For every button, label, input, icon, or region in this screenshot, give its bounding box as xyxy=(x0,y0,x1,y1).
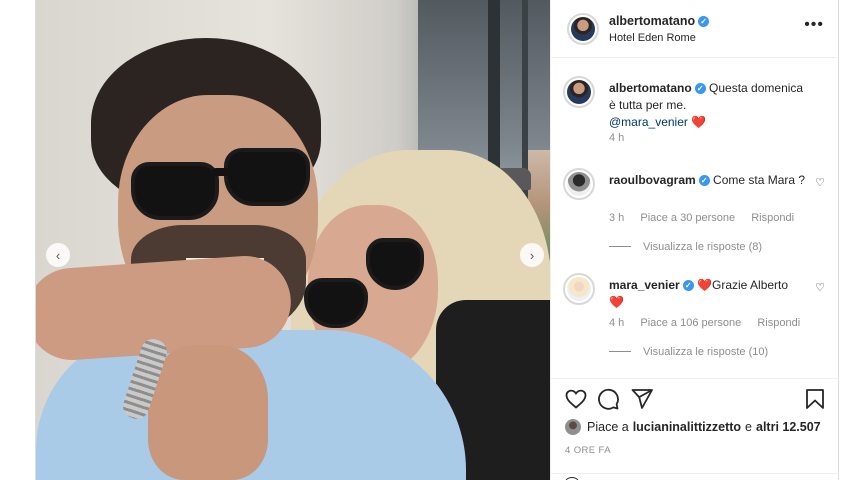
heart-icon[interactable] xyxy=(564,387,588,411)
view-replies-button[interactable]: Visualizza le risposte (10) xyxy=(609,346,768,358)
view-replies-button[interactable]: Visualizza le risposte (8) xyxy=(609,241,762,253)
more-options-button[interactable]: ••• xyxy=(804,16,824,34)
like-comment-heart-icon[interactable]: ♡ xyxy=(815,176,825,189)
previous-photo-button[interactable]: ‹ xyxy=(46,243,70,267)
verified-badge-icon: ✓ xyxy=(698,175,710,186)
liker-avatar[interactable] xyxy=(565,419,581,435)
likes-middle: e xyxy=(745,420,752,434)
like-comment-heart-icon[interactable]: ♡ xyxy=(815,281,825,294)
man-sunglasses-left xyxy=(131,162,219,220)
chevron-right-icon: › xyxy=(529,247,535,263)
next-photo-button[interactable]: › xyxy=(520,243,544,267)
comments-list: albertomatano ✓ Questa domenica è tutta p… xyxy=(551,58,839,378)
post-timestamp[interactable]: 4 ORE FA xyxy=(565,445,611,456)
add-comment-bar[interactable] xyxy=(551,473,839,480)
avatar[interactable] xyxy=(563,168,595,200)
author-avatar[interactable] xyxy=(567,13,599,45)
comment-icon[interactable] xyxy=(596,387,620,411)
comment-username[interactable]: mara_venier xyxy=(609,278,680,292)
post-photo[interactable]: ‹ › xyxy=(36,0,550,480)
verified-badge-icon: ✓ xyxy=(694,83,706,94)
divider xyxy=(609,246,631,247)
comment-time: 4 h xyxy=(609,317,625,329)
avatar[interactable] xyxy=(563,76,595,108)
heart-emoji: ❤️ xyxy=(609,295,624,309)
bookmark-icon[interactable] xyxy=(803,387,827,411)
verified-badge-icon: ✓ xyxy=(698,16,710,27)
divider xyxy=(609,351,631,352)
man-sunglasses-bridge xyxy=(212,168,230,176)
liker-username[interactable]: lucianinalittizzetto xyxy=(633,420,741,434)
comment-likes[interactable]: Piace a 30 persone xyxy=(640,212,735,224)
woman-hand xyxy=(148,345,268,480)
comment-username[interactable]: raoulbovagram xyxy=(609,173,696,187)
comment-likes[interactable]: Piace a 106 persone xyxy=(640,317,741,329)
comment-text: Come sta Mara ? xyxy=(713,173,806,187)
view-replies-label: Visualizza le risposte (10) xyxy=(643,346,769,358)
reply-button[interactable]: Rispondi xyxy=(757,317,800,329)
likes-summary: Piace a lucianinalittizzetto e altri 12.… xyxy=(565,419,825,435)
post-header: albertomatano ✓ Hotel Eden Rome ••• xyxy=(551,0,838,58)
comment-time: 4 h xyxy=(609,132,625,144)
post-sidebar: albertomatano ✓ Hotel Eden Rome ••• alber… xyxy=(550,0,839,480)
post-location[interactable]: Hotel Eden Rome xyxy=(609,32,696,44)
share-icon[interactable] xyxy=(630,387,654,411)
man-sunglasses-right xyxy=(224,148,310,206)
reply-button[interactable]: Rispondi xyxy=(751,212,794,224)
view-replies-label: Visualizza le risposte (8) xyxy=(643,241,763,253)
chevron-left-icon: ‹ xyxy=(55,247,61,263)
post-actions: Piace a lucianinalittizzetto e altri 12.… xyxy=(551,378,839,480)
likes-others[interactable]: altri 12.507 xyxy=(756,420,821,434)
comment-time: 3 h xyxy=(609,212,625,224)
author-username[interactable]: albertomatano xyxy=(609,14,695,28)
instagram-post: ‹ › albertomatano ✓ Hotel Eden Rome ••• a… xyxy=(35,0,839,480)
comment-text: Grazie Alberto xyxy=(712,278,789,292)
mention-link[interactable]: @mara_venier xyxy=(609,115,688,129)
avatar[interactable] xyxy=(563,273,595,305)
verified-badge-icon: ✓ xyxy=(682,280,694,291)
likes-prefix: Piace a xyxy=(587,420,629,434)
heart-emoji: ❤️ xyxy=(697,278,713,292)
heart-emoji: ❤️ xyxy=(691,115,707,129)
comment-username[interactable]: albertomatano xyxy=(609,81,692,95)
